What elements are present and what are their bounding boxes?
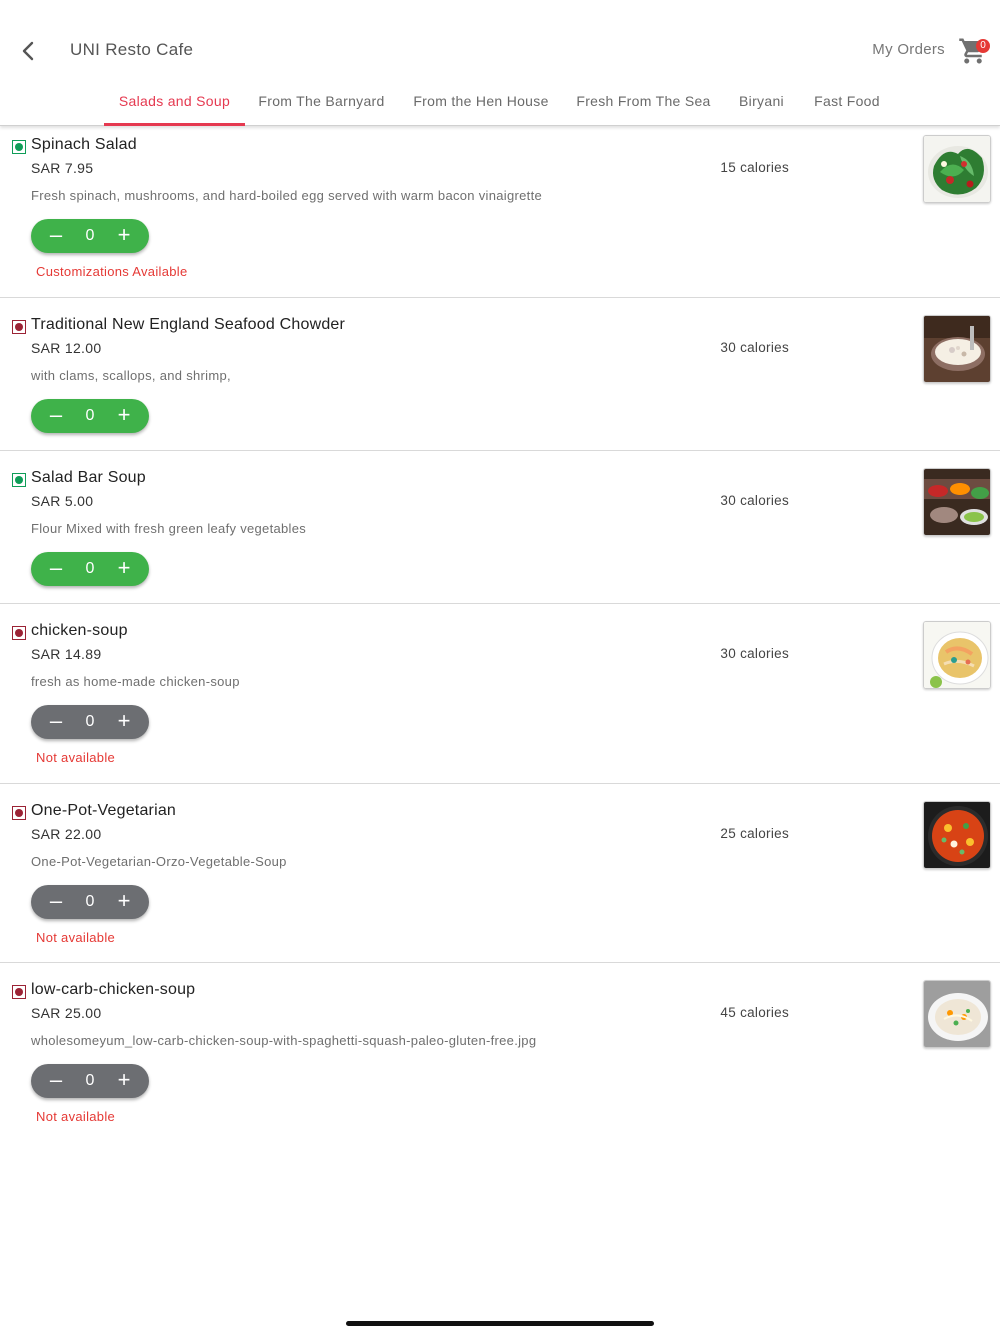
plus-icon[interactable]: +: [113, 710, 135, 733]
item-price: SAR 12.00: [31, 340, 102, 356]
app-header: UNI Resto Cafe My Orders 0 Salads and So…: [0, 0, 1000, 126]
plus-icon[interactable]: +: [113, 1069, 135, 1092]
nonveg-indicator-icon: [12, 320, 26, 334]
plus-icon[interactable]: +: [113, 557, 135, 580]
item-calories: 30 calories: [720, 646, 789, 661]
quantity-stepper: – 0 +: [31, 399, 149, 433]
quantity-stepper: – 0 +: [31, 1064, 149, 1098]
item-calories: 45 calories: [720, 1005, 789, 1020]
quantity-value: 0: [85, 227, 95, 244]
item-name: One-Pot-Vegetarian: [31, 802, 177, 819]
item-image[interactable]: [923, 621, 991, 689]
plus-icon[interactable]: +: [113, 890, 135, 913]
menu-item: Salad Bar Soup SAR 5.00 30 calories Flou…: [0, 451, 1000, 604]
item-image[interactable]: [923, 135, 991, 203]
item-name: Spinach Salad: [31, 136, 137, 153]
item-calories: 25 calories: [720, 826, 789, 841]
quantity-stepper: – 0 +: [31, 705, 149, 739]
minus-icon[interactable]: –: [45, 1069, 67, 1092]
item-description: One-Pot-Vegetarian-Orzo-Vegetable-Soup: [31, 854, 287, 869]
item-calories: 30 calories: [720, 340, 789, 355]
minus-icon[interactable]: –: [45, 557, 67, 580]
quantity-value: 0: [85, 1072, 95, 1089]
item-description: Fresh spinach, mushrooms, and hard-boile…: [31, 188, 543, 203]
veg-indicator-icon: [12, 140, 26, 154]
tab-biryani[interactable]: Biryani: [727, 80, 796, 126]
quantity-value: 0: [85, 893, 95, 910]
nonveg-indicator-icon: [12, 626, 26, 640]
item-calories: 15 calories: [720, 160, 789, 175]
tab-fresh-from-the-sea[interactable]: Fresh From The Sea: [566, 80, 721, 126]
tab-from-the-barnyard[interactable]: From The Barnyard: [247, 80, 396, 126]
quantity-stepper: – 0 +: [31, 219, 149, 253]
veg-indicator-icon: [12, 473, 26, 487]
chevron-left-icon: [22, 41, 34, 61]
item-image[interactable]: [923, 468, 991, 536]
cart-count-badge: 0: [976, 39, 990, 53]
quantity-value: 0: [85, 560, 95, 577]
category-tabs: Salads and Soup From The Barnyard From t…: [0, 80, 1000, 126]
plus-icon[interactable]: +: [113, 404, 135, 427]
menu-item: chicken-soup SAR 14.89 30 calories fresh…: [0, 604, 1000, 784]
minus-icon[interactable]: –: [45, 890, 67, 913]
item-price: SAR 5.00: [31, 493, 94, 509]
customizations-available-link[interactable]: Customizations Available: [36, 264, 187, 279]
item-name: chicken-soup: [31, 622, 128, 639]
item-image[interactable]: [923, 980, 991, 1048]
item-name: Traditional New England Seafood Chowder: [31, 316, 346, 333]
home-indicator[interactable]: [346, 1321, 654, 1326]
item-description: with clams, scallops, and shrimp,: [31, 368, 231, 383]
quantity-stepper: – 0 +: [31, 552, 149, 586]
menu-item: Spinach Salad SAR 7.95 15 calories Fresh…: [0, 127, 1000, 298]
item-description: wholesomeyum_low-carb-chicken-soup-with-…: [31, 1033, 537, 1048]
item-price: SAR 14.89: [31, 646, 102, 662]
availability-note: Not available: [36, 930, 116, 945]
quantity-stepper: – 0 +: [31, 885, 149, 919]
menu-item: low-carb-chicken-soup SAR 25.00 45 calor…: [0, 963, 1000, 1143]
item-price: SAR 25.00: [31, 1005, 102, 1021]
item-image[interactable]: [923, 315, 991, 383]
minus-icon[interactable]: –: [45, 710, 67, 733]
quantity-value: 0: [85, 407, 95, 424]
item-description: fresh as home-made chicken-soup: [31, 674, 240, 689]
my-orders-link[interactable]: My Orders: [872, 41, 945, 58]
tab-from-the-hen-house[interactable]: From the Hen House: [401, 80, 561, 126]
item-image[interactable]: [923, 801, 991, 869]
tab-fast-food[interactable]: Fast Food: [802, 80, 892, 126]
menu-item: Traditional New England Seafood Chowder …: [0, 298, 1000, 451]
minus-icon[interactable]: –: [45, 224, 67, 247]
item-price: SAR 7.95: [31, 160, 94, 176]
item-name: low-carb-chicken-soup: [31, 981, 196, 998]
minus-icon[interactable]: –: [45, 404, 67, 427]
item-calories: 30 calories: [720, 493, 789, 508]
menu-item: One-Pot-Vegetarian SAR 22.00 25 calories…: [0, 784, 1000, 963]
page-title: UNI Resto Cafe: [70, 40, 194, 59]
item-price: SAR 22.00: [31, 826, 102, 842]
quantity-value: 0: [85, 713, 95, 730]
availability-note: Not available: [36, 750, 116, 765]
back-button[interactable]: [12, 34, 46, 68]
availability-note: Not available: [36, 1109, 116, 1124]
item-description: Flour Mixed with fresh green leafy veget…: [31, 521, 307, 536]
tab-salads-and-soup[interactable]: Salads and Soup: [104, 80, 245, 126]
item-name: Salad Bar Soup: [31, 469, 146, 486]
nonveg-indicator-icon: [12, 806, 26, 820]
plus-icon[interactable]: +: [113, 224, 135, 247]
nonveg-indicator-icon: [12, 985, 26, 999]
